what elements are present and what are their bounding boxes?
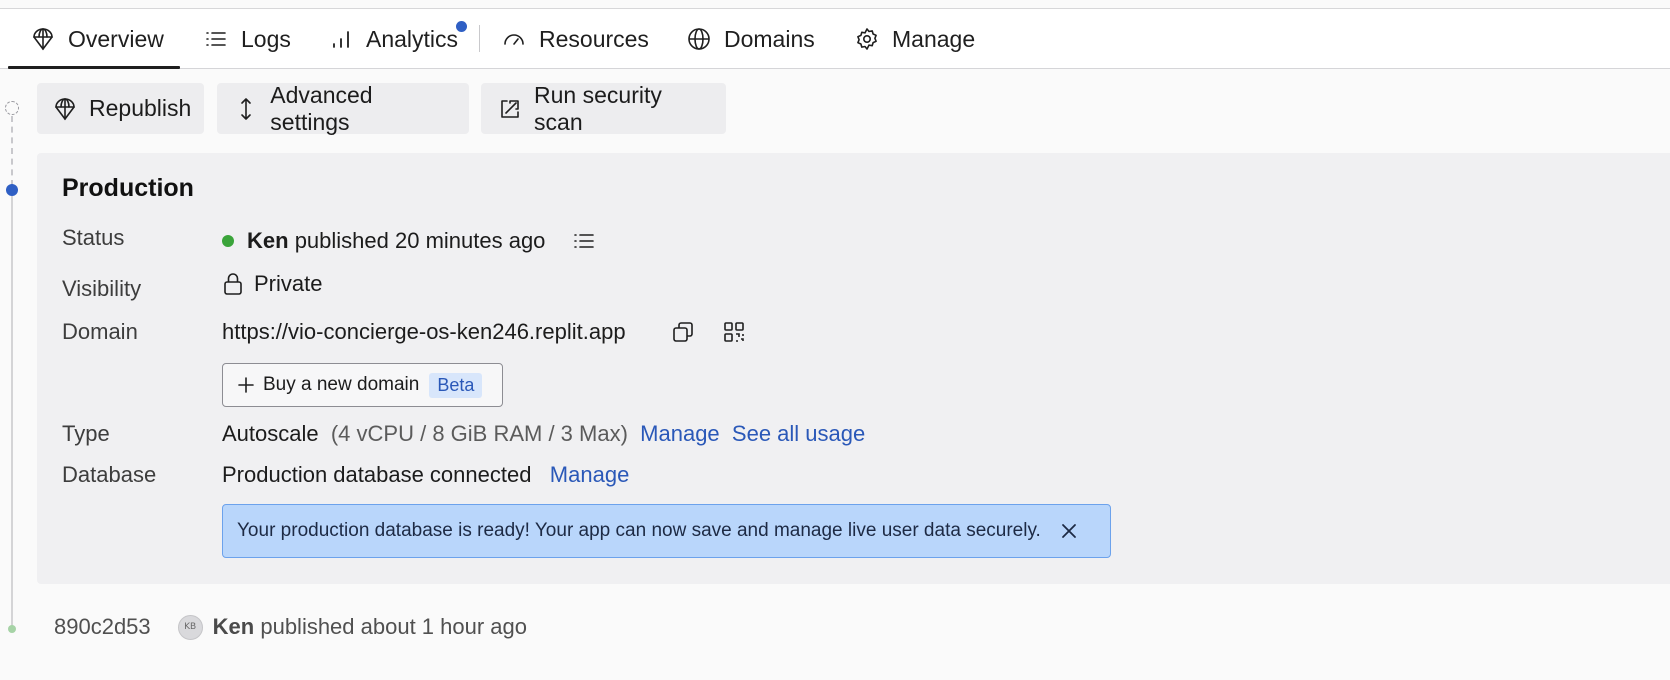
production-title: Production <box>62 174 194 202</box>
notification-dot <box>456 21 467 32</box>
visibility-value: Private <box>222 271 322 297</box>
buy-domain-label: Buy a new domain <box>263 374 420 395</box>
history-text: published about 1 hour ago <box>260 614 528 639</box>
copy-icon[interactable] <box>669 318 697 346</box>
tab-analytics[interactable]: Analytics <box>328 9 458 69</box>
history-row[interactable]: 890c2d53 KB Ken published about 1 hour a… <box>54 613 527 641</box>
globe-icon <box>686 26 712 52</box>
logs-list-icon[interactable] <box>570 227 598 255</box>
database-status: Production database connected <box>222 462 532 487</box>
tab-label: Overview <box>68 25 164 52</box>
republish-label: Republish <box>89 95 192 121</box>
close-icon[interactable] <box>1058 520 1080 542</box>
type-spec: (4 vCPU / 8 GiB RAM / 3 Max) <box>330 421 628 446</box>
timeline-node-current <box>6 184 18 196</box>
status-label: Status <box>62 225 125 250</box>
type-name: Autoscale <box>222 421 319 446</box>
type-manage-link[interactable]: Manage <box>640 421 720 447</box>
plus-icon <box>237 376 255 394</box>
avatar: KB <box>177 614 203 640</box>
timeline-node-previous <box>8 625 16 633</box>
active-tab-indicator <box>8 66 180 69</box>
domain-url[interactable]: https://vio-concierge-os-ken246.replit.a… <box>222 319 626 345</box>
database-ready-banner: Your production database is ready! Your … <box>222 504 1111 558</box>
status-dot <box>222 235 234 247</box>
tab-label: Analytics <box>366 25 459 52</box>
timeline-node-pending <box>5 101 19 115</box>
visibility-text: Private <box>254 271 323 296</box>
lock-icon <box>222 272 244 296</box>
domain-label: Domain <box>62 319 138 344</box>
security-scan-label: Run security scan <box>534 81 662 135</box>
gauge-icon <box>501 26 527 52</box>
status-text: published 20 minutes ago <box>294 228 546 253</box>
buy-domain-button[interactable]: Buy a new domain Beta <box>222 363 503 407</box>
qr-code-icon[interactable] <box>720 318 748 346</box>
tab-overview[interactable]: Overview <box>30 9 164 69</box>
tab-separator <box>479 25 480 52</box>
tab-resources[interactable]: Resources <box>501 9 649 69</box>
security-scan-button[interactable]: Run security scan <box>481 81 726 135</box>
type-label: Type <box>62 421 110 446</box>
list-icon <box>203 26 229 52</box>
status-user: Ken <box>247 228 289 253</box>
status-value: Ken published 20 minutes ago <box>222 228 545 254</box>
vertical-arrows-icon <box>233 96 258 122</box>
database-label: Database <box>62 462 157 487</box>
tab-bar: Overview Logs Analytics Resources Domain… <box>0 9 1670 69</box>
database-value: Production database connected Manage <box>222 462 629 488</box>
republish-button[interactable]: Republish <box>37 83 204 134</box>
banner-message: Your production database is ready! Your … <box>237 520 1041 541</box>
tab-label: Logs <box>241 25 291 52</box>
tab-logs[interactable]: Logs <box>203 9 291 69</box>
see-all-usage-link[interactable]: See all usage <box>732 421 865 447</box>
deploy-icon <box>53 96 77 122</box>
tab-label: Manage <box>892 25 976 52</box>
database-manage-link[interactable]: Manage <box>550 462 630 488</box>
commit-hash: 890c2d53 <box>54 614 151 639</box>
gear-icon <box>854 26 880 52</box>
advanced-settings-label: Advanced settings <box>270 81 373 135</box>
bar-chart-icon <box>328 26 354 52</box>
advanced-settings-button[interactable]: Advanced settings <box>217 81 469 135</box>
visibility-label: Visibility <box>62 276 142 301</box>
tab-domains[interactable]: Domains <box>686 9 815 69</box>
history-user: Ken <box>212 614 255 639</box>
tab-label: Domains <box>724 25 815 52</box>
tab-label: Resources <box>539 25 649 52</box>
type-value: Autoscale (4 vCPU / 8 GiB RAM / 3 Max) M… <box>222 421 865 447</box>
beta-badge: Beta <box>429 372 483 398</box>
tab-manage[interactable]: Manage <box>854 9 975 69</box>
timeline-dashed <box>11 116 13 186</box>
deploy-icon <box>30 26 56 52</box>
scan-icon <box>497 96 522 122</box>
timeline-line <box>11 196 13 626</box>
